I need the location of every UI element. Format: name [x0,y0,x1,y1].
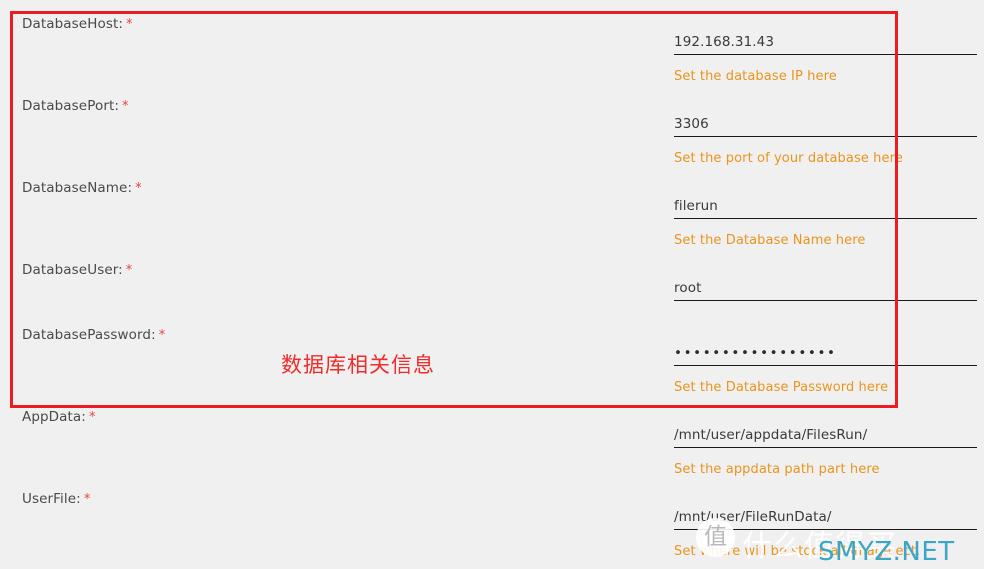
appdata-input[interactable]: /mnt/user/appdata/FilesRun/ [674,425,977,445]
userfile-input[interactable]: /mnt/user/FileRunData/ [674,507,977,527]
appdata-hint: Set the appdata path part here [674,462,880,477]
database-user-input[interactable]: root [674,278,977,298]
field-label-text: DatabasePassword: [22,327,156,343]
database-port-hint: Set the port of your database here [674,151,903,166]
field-control-database-name: filerun Set the Database Name here [674,196,977,248]
field-label-database-host: DatabaseHost: * [22,16,133,32]
database-host-input[interactable]: 192.168.31.43 [674,32,977,52]
field-label-database-password: DatabasePassword: * [22,327,165,343]
field-control-database-port: 3306 Set the port of your database here [674,114,977,166]
userfile-hint: Set where will be stock all image ect. [674,544,921,559]
database-password-input[interactable]: ••••••••••••••••• [674,343,977,363]
database-name-input[interactable]: filerun [674,196,977,216]
input-underline [674,300,977,301]
database-password-hint: Set the Database Password here [674,380,889,395]
field-label-database-port: DatabasePort: * [22,98,129,114]
input-underline [674,218,977,219]
installer-form-page: DatabaseHost: * 192.168.31.43 Set the dat… [0,0,984,569]
required-asterisk: * [135,181,142,196]
input-underline [674,54,977,55]
required-asterisk: * [122,99,129,114]
required-asterisk: * [126,17,133,32]
input-underline [674,365,977,366]
field-control-appdata: /mnt/user/appdata/FilesRun/ Set the appd… [674,425,977,477]
input-underline [674,529,977,530]
database-port-input[interactable]: 3306 [674,114,977,134]
required-asterisk: * [158,328,166,343]
field-control-database-password: ••••••••••••••••• Set the Database Passw… [674,343,977,395]
annotation-label-text: 数据库相关信息 [281,353,435,377]
field-control-database-host: 192.168.31.43 Set the database IP here [674,32,977,84]
database-host-hint: Set the database IP here [674,69,837,84]
field-label-userfile: UserFile: * [22,491,90,507]
field-label-text: DatabaseUser: [22,262,123,278]
field-control-database-user: root [674,278,977,301]
database-name-hint: Set the Database Name here [674,233,866,248]
field-label-text: DatabaseHost: [22,16,124,32]
field-label-text: AppData: [22,409,86,425]
input-underline [674,136,977,137]
required-asterisk: * [125,263,133,278]
required-asterisk: * [83,492,91,507]
field-label-text: DatabasePort: [22,98,120,114]
field-label-database-name: DatabaseName: * [22,180,142,196]
field-control-userfile: /mnt/user/FileRunData/ Set where will be… [674,507,977,559]
field-label-database-user: DatabaseUser: * [22,262,132,278]
field-label-appdata: AppData: * [22,409,96,425]
field-label-text: DatabaseName: [22,180,133,196]
required-asterisk: * [88,410,96,425]
field-label-text: UserFile: [22,491,81,507]
input-underline [674,447,977,448]
